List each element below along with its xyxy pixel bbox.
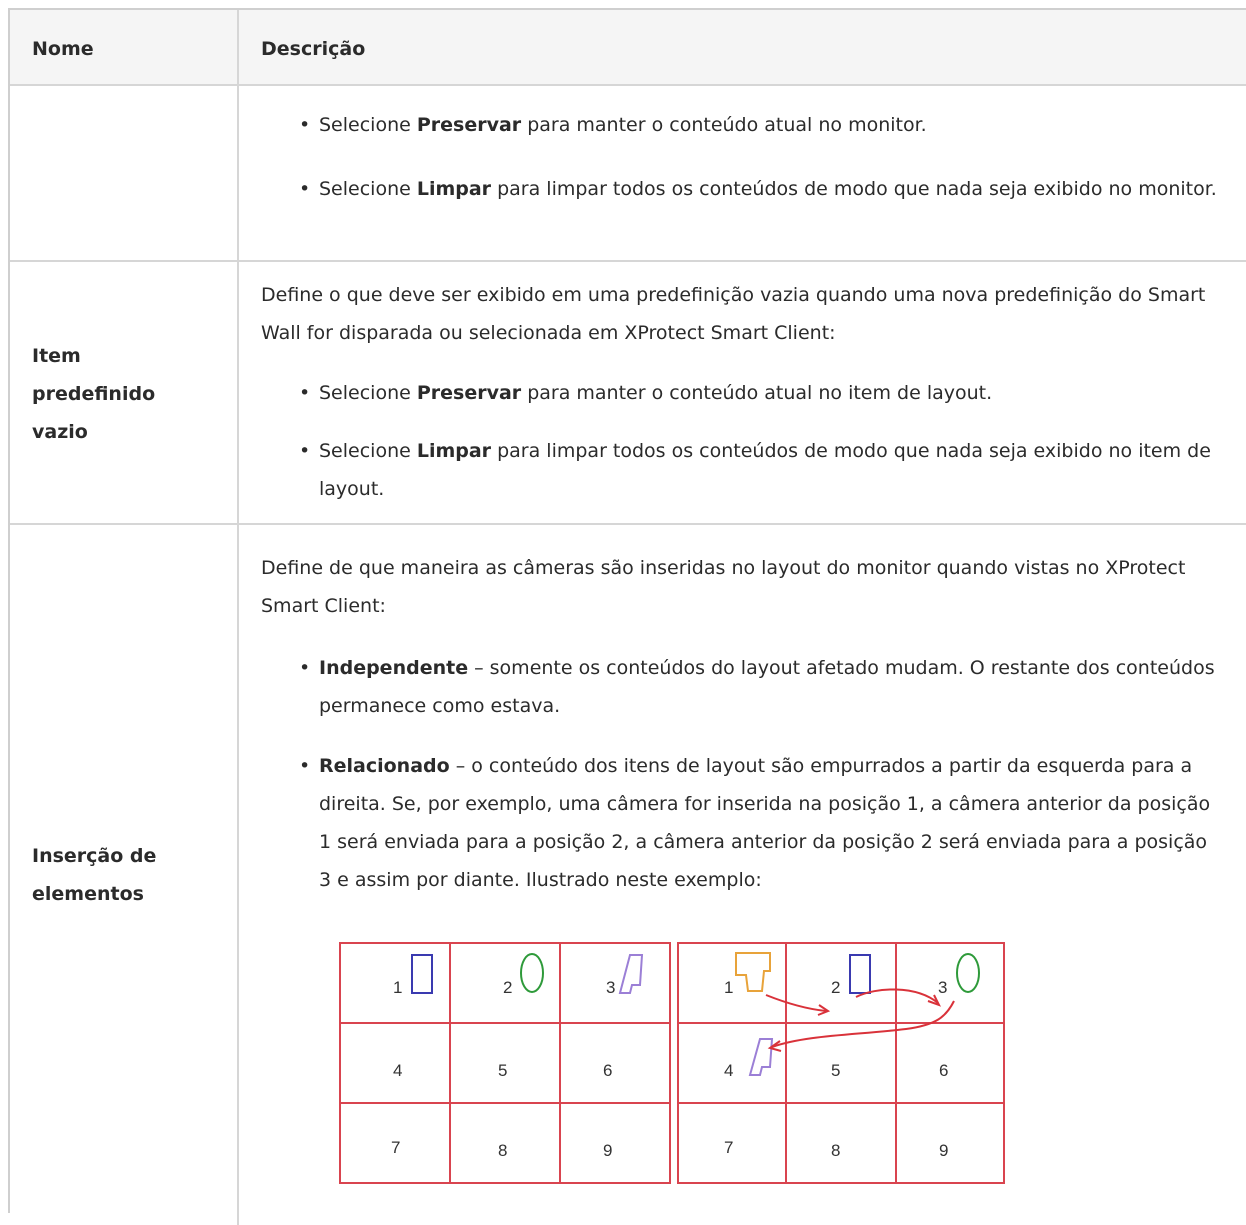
bullet-icon: • — [299, 657, 311, 679]
bold-text: Limpar — [416, 440, 492, 462]
grid-cell-number: 6 — [603, 1061, 612, 1080]
row-name: Inserção de elementos — [32, 837, 222, 913]
bold-text: Limpar — [416, 178, 492, 200]
grid-cell-number: 1 — [393, 978, 402, 997]
list-item: • Selecione Limpar para limpar todos os … — [299, 170, 1219, 208]
table-header-row: Nome Descrição — [10, 10, 1246, 86]
row-name-line: elementos — [32, 883, 144, 905]
row-name-cell: Item predefinido vazio — [10, 262, 239, 523]
bullet-icon: • — [299, 178, 311, 200]
row-name-cell: Inserção de elementos — [10, 525, 239, 1225]
header-description: Descrição — [261, 38, 366, 60]
text: Selecione — [319, 178, 417, 200]
list-item: • Relacionado – o conteúdo dos itens de … — [299, 747, 1219, 899]
left-grid: 1 2 3 4 5 6 7 8 9 — [339, 942, 671, 1184]
list-item: • Selecione Preservar para manter o cont… — [299, 374, 1219, 412]
list-item: • Independente – somente os conteúdos do… — [299, 649, 1219, 725]
grid-cell-number: 9 — [603, 1141, 612, 1160]
text: Selecione — [319, 114, 417, 136]
table-row: • Selecione Preservar para manter o cont… — [10, 86, 1246, 262]
header-name: Nome — [32, 38, 94, 60]
grid-cell-number: 2 — [503, 978, 512, 997]
text: para manter o conteúdo atual no item de … — [521, 382, 993, 404]
row-name-line: Inserção de — [32, 845, 157, 867]
list-item: • Selecione Limpar para limpar todos os … — [299, 432, 1219, 508]
row-description-cell: Define o que deve ser exibido em uma pre… — [239, 262, 1246, 523]
grid-cell-number: 4 — [393, 1061, 402, 1080]
text: Selecione — [319, 382, 417, 404]
bold-text: Independente — [319, 657, 469, 679]
bullet-icon: • — [299, 382, 311, 404]
header-description-cell: Descrição — [239, 10, 1246, 84]
header-name-cell: Nome — [10, 10, 239, 84]
grid-cell-number: 5 — [831, 1061, 840, 1080]
row-name: Item predefinido vazio — [32, 337, 222, 451]
row-description: Define de que maneira as câmeras são ins… — [261, 557, 1186, 617]
grid-cell-number: 8 — [831, 1141, 840, 1160]
grid-cell-number: 5 — [498, 1061, 507, 1080]
bold-text: Preservar — [416, 382, 522, 404]
table-row: Item predefinido vazio Define o que deve… — [10, 262, 1246, 525]
row-name-cell — [10, 86, 239, 260]
grid-cell-number: 4 — [724, 1061, 733, 1080]
grid-cell-number: 6 — [939, 1061, 948, 1080]
grid-cell-number: 1 — [724, 978, 733, 997]
right-grid: 1 2 3 4 5 6 7 8 9 — [677, 942, 1005, 1184]
bullet-icon: • — [299, 755, 311, 777]
text: para limpar todos os conteúdos de modo q… — [491, 178, 1217, 200]
list-item: • Selecione Preservar para manter o cont… — [299, 106, 1219, 144]
grid-cell-number: 3 — [938, 978, 947, 997]
row-name-line: Item — [32, 345, 81, 367]
row-name-line: predefinido — [32, 383, 156, 405]
bullet-icon: • — [299, 440, 311, 462]
text: Selecione — [319, 440, 417, 462]
grid-cell-number: 9 — [939, 1141, 948, 1160]
row-description-cell: • Selecione Preservar para manter o cont… — [239, 86, 1246, 260]
grid-cell-number: 2 — [831, 978, 840, 997]
grid-cell-number: 8 — [498, 1141, 507, 1160]
bold-text: Preservar — [416, 114, 522, 136]
grid-cell-number: 3 — [606, 978, 615, 997]
grid-cell-number: 7 — [724, 1138, 733, 1157]
grid-cell-number: 7 — [391, 1138, 400, 1157]
bold-text: Relacionado — [319, 755, 450, 777]
insertion-example-diagram: 1 2 3 4 5 6 7 8 9 1 2 3 4 5 6 7 8 9 — [339, 942, 1005, 1184]
row-name-line: vazio — [32, 421, 88, 443]
text: – o conteúdo dos itens de layout são emp… — [319, 755, 1211, 891]
row-description: Define o que deve ser exibido em uma pre… — [261, 284, 1206, 344]
bullet-icon: • — [299, 114, 311, 136]
text: para manter o conteúdo atual no monitor. — [521, 114, 927, 136]
